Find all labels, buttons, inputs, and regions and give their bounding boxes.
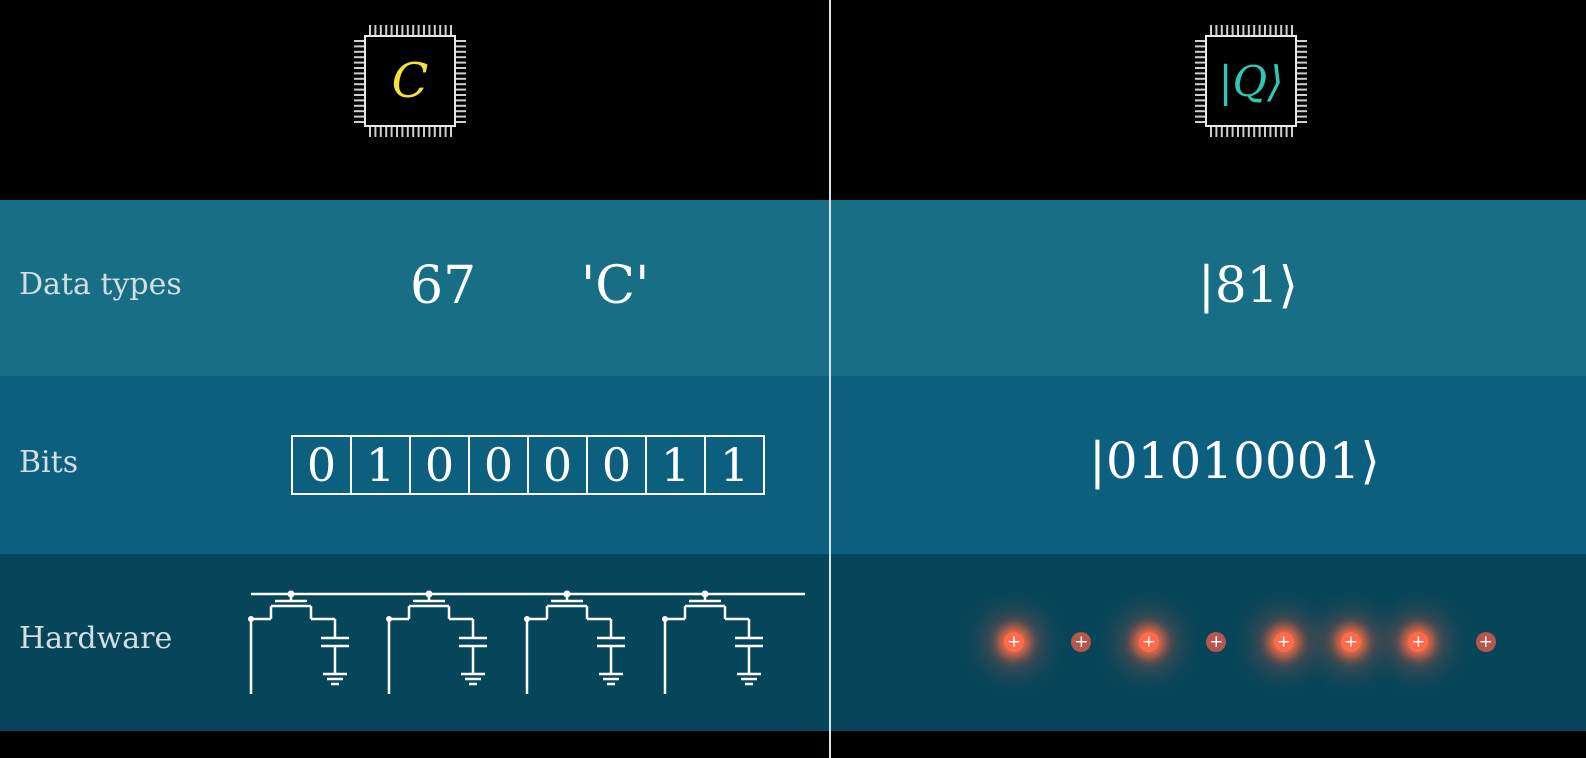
- bit-cell: 0: [470, 437, 529, 493]
- quantum-chip-glyph: |Q⟩: [1218, 56, 1284, 106]
- quantum-ket-bits: |01010001⟩: [1089, 432, 1380, 490]
- bit-cell: 1: [647, 437, 706, 493]
- row-label-data-types: Data types: [19, 267, 182, 302]
- classical-chip-icon: C: [351, 22, 469, 140]
- bit-cell: 0: [411, 437, 470, 493]
- qubit-particle-ground: +: [1206, 632, 1227, 652]
- row-label-hardware: Hardware: [19, 621, 173, 656]
- bit-cell: 0: [529, 437, 588, 493]
- qubit-particle-excited: +: [1273, 632, 1294, 652]
- classical-number-value: 67: [410, 256, 477, 316]
- transistor-capacitor-circuit-icon: [248, 590, 805, 694]
- row-label-bits: Bits: [19, 445, 79, 480]
- classical-chip-glyph: C: [391, 53, 429, 109]
- classical-bit-register: 01000011: [291, 435, 765, 495]
- qubit-particle-excited: +: [1341, 632, 1361, 652]
- bit-cell: 1: [352, 437, 411, 493]
- quantum-ket-81: |81⟩: [1198, 256, 1298, 314]
- column-divider: [829, 0, 831, 758]
- bit-cell: 1: [719, 438, 750, 492]
- qubit-particle-excited: +: [1004, 632, 1024, 652]
- quantum-chip-icon: |Q⟩: [1192, 22, 1310, 140]
- data-types-band: [0, 200, 1586, 376]
- bit-cell: 0: [293, 437, 352, 493]
- qubit-particle-ground: +: [1071, 632, 1092, 652]
- qubit-particle-excited: +: [1138, 632, 1159, 652]
- classical-char-value: 'C': [581, 256, 650, 316]
- bit-cell: 0: [588, 437, 647, 493]
- qubit-particle-ground: +: [1475, 632, 1496, 652]
- qubit-particle-excited: +: [1408, 632, 1429, 652]
